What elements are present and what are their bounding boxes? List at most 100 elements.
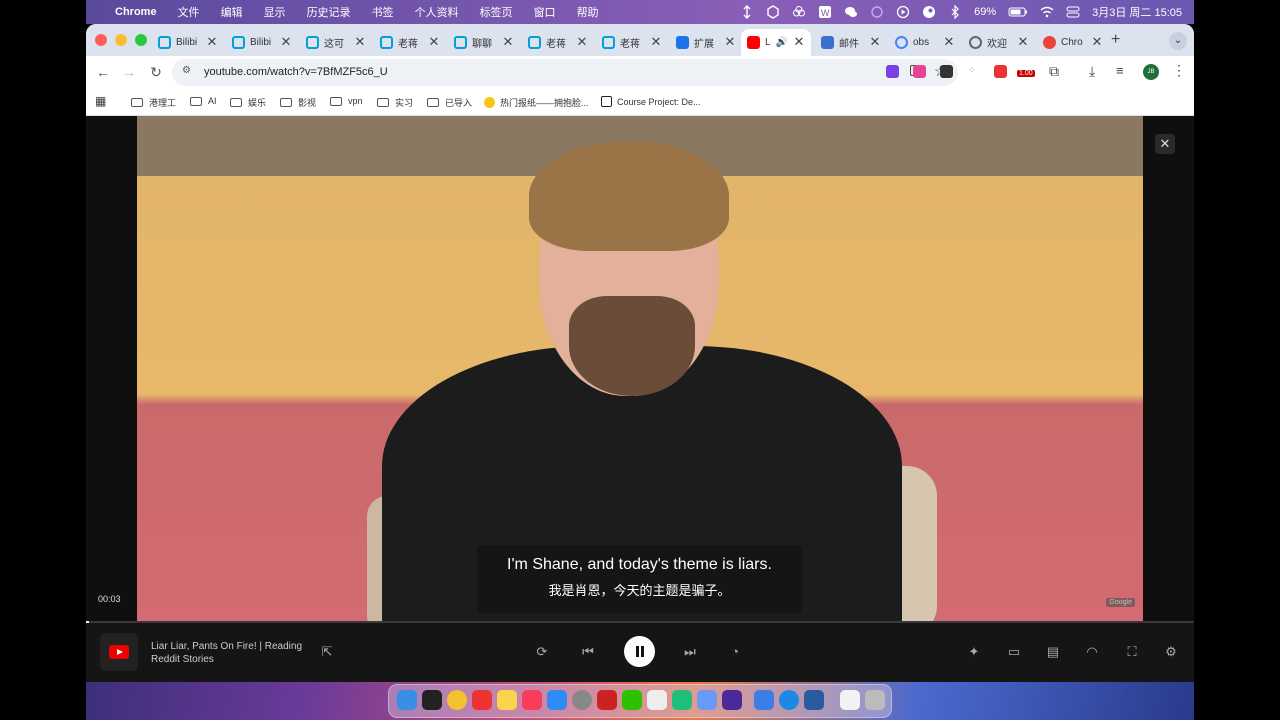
theater-icon[interactable]: ▤ [1045,644,1061,660]
tab-close-icon[interactable]: ✕ [206,34,218,50]
menu-edit[interactable]: 编辑 [221,4,243,20]
subtitles-icon[interactable]: ▭ [1006,644,1022,660]
box-icon[interactable] [766,5,780,19]
bookmark-folder-yule[interactable]: 娱乐 [230,96,266,109]
wechat-dock-icon[interactable] [622,690,642,710]
menu-file[interactable]: 文件 [178,4,200,20]
steam-icon[interactable] [922,5,936,19]
profile-avatar[interactable]: JB [1143,64,1159,80]
menu-profiles[interactable]: 个人资料 [415,4,459,20]
tab-close-icon[interactable]: ✕ [793,34,805,50]
tab-bilibili-2[interactable]: Bilibi ✕ [226,29,298,56]
tab-close-icon[interactable]: ✕ [1017,34,1029,50]
extensions-puzzle-icon[interactable]: ⧉ [1049,63,1059,80]
close-player-button[interactable]: ✕ [1155,134,1175,154]
speed-gauge-icon[interactable]: ◔ [727,644,743,660]
loop-icon[interactable]: ⟳ [534,644,550,660]
menu-bookmarks[interactable]: 书签 [372,4,394,20]
url-text[interactable]: youtube.com/watch?v=7BfMZF5c6_U [204,66,388,78]
control-center-icon[interactable] [1066,5,1080,19]
site-info-icon[interactable]: ⚙ [182,65,191,76]
bookmark-folder-vpn[interactable]: vpn [330,96,363,106]
tab-chrome[interactable]: Chro ✕ [1037,29,1109,56]
bookmark-notion-course[interactable]: Course Project: De... [601,96,701,107]
arrows-icon[interactable] [740,5,754,19]
tab-bilibili-6[interactable]: 老蒋 ✕ [522,29,594,56]
address-bar[interactable]: ⚙ youtube.com/watch?v=7BfMZF5c6_U ☆ [172,59,958,86]
tab-close-icon[interactable]: ✕ [576,34,588,50]
qq-browser-icon[interactable] [779,690,799,710]
chrome-menu-icon[interactable]: ⋮ [1172,62,1186,79]
bluetooth-icon[interactable] [948,4,962,20]
tab-bilibili-7[interactable]: 老蒋 ✕ [596,29,668,56]
bookmark-huggingface[interactable]: 热门报纸——拥抱脸... [484,96,589,109]
finder-disk-icon[interactable] [804,690,824,710]
menu-window[interactable]: 窗口 [534,4,556,20]
tab-bilibili-1[interactable]: Bilibi ✕ [152,29,224,56]
headphones-icon[interactable]: ◠ [1084,644,1100,660]
red-app-icon[interactable] [597,690,617,710]
youtube-logo-icon[interactable] [100,633,138,671]
next-icon[interactable]: ⏭ [682,644,698,660]
tab-close-icon[interactable]: ✕ [502,34,514,50]
bookmark-folder-imported[interactable]: 已导入 [427,96,472,109]
wechat-icon[interactable] [844,5,858,19]
menu-history[interactable]: 历史记录 [307,4,351,20]
tab-bilibili-4[interactable]: 老蒋 ✕ [374,29,446,56]
reload-button[interactable]: ↻ [147,63,165,81]
finder-icon[interactable] [397,690,417,710]
zoom-window-button[interactable] [135,34,147,46]
cloud-icon[interactable] [792,5,806,19]
battery-icon[interactable] [1008,5,1028,19]
spiral-icon[interactable] [870,5,884,19]
cursor-app-icon[interactable] [422,690,442,710]
keynote-icon[interactable] [754,690,774,710]
download-icon[interactable]: ⤓ [1089,63,1095,80]
bookmark-folder-yingshi[interactable]: 影视 [280,96,316,109]
tab-close-icon[interactable]: ✕ [650,34,662,50]
music-icon[interactable] [522,690,542,710]
bookmark-folder-ai[interactable]: AI [190,96,217,106]
forward-button[interactable]: → [120,63,138,81]
bookmark-folder-shixi[interactable]: 实习 [377,96,413,109]
trash-icon[interactable] [865,690,885,710]
pause-button[interactable] [624,636,655,667]
close-window-button[interactable] [95,34,107,46]
notes-icon[interactable] [497,690,517,710]
clock[interactable]: 3月3日 周二 15:05 [1092,4,1182,20]
avatar-app-icon[interactable] [647,690,667,710]
extension-pink-icon[interactable] [913,65,926,78]
tab-youtube-active[interactable]: L 🔊 ✕ [741,29,811,56]
video-player[interactable]: I'm Shane, and today's theme is liars. 我… [86,116,1194,682]
blue-app-icon[interactable] [697,690,717,710]
previous-icon[interactable]: ⏮ [580,644,596,660]
settings-icon[interactable]: ⚙ [1163,644,1179,660]
menu-help[interactable]: 帮助 [577,4,599,20]
purple-app-icon[interactable] [722,690,742,710]
tab-extensions[interactable]: 扩展 ✕ [670,29,742,56]
extension-speed-badge[interactable]: 1.00 [1017,70,1035,77]
app-store-icon[interactable] [547,690,567,710]
document-icon[interactable] [840,690,860,710]
extension-purple-icon[interactable] [886,65,899,78]
tab-close-icon[interactable]: ✕ [943,34,955,50]
play-circle-icon[interactable] [896,5,910,19]
extension-dark-icon[interactable] [940,65,953,78]
tab-close-icon[interactable]: ✕ [428,34,440,50]
extension-red-icon[interactable] [994,65,1007,78]
tab-close-icon[interactable]: ✕ [1091,34,1103,50]
w-app-icon[interactable]: W [818,5,832,19]
wps-icon[interactable] [472,690,492,710]
menu-app-name[interactable]: Chrome [115,6,157,18]
bookmark-folder-gangligong[interactable]: 港理工 [131,96,176,109]
new-tab-button[interactable]: + [1111,31,1120,49]
apps-grid-icon[interactable]: ▦ [95,94,106,108]
tab-welcome[interactable]: 欢迎 ✕ [963,29,1035,56]
tab-close-icon[interactable]: ✕ [724,34,736,50]
tab-mail[interactable]: 邮件 ✕ [815,29,887,56]
minimize-window-button[interactable] [115,34,127,46]
tab-search-button[interactable]: ⌄ [1169,32,1187,50]
tab-bilibili-5[interactable]: 聊聊 ✕ [448,29,520,56]
system-settings-icon[interactable] [572,690,592,710]
tab-close-icon[interactable]: ✕ [869,34,881,50]
